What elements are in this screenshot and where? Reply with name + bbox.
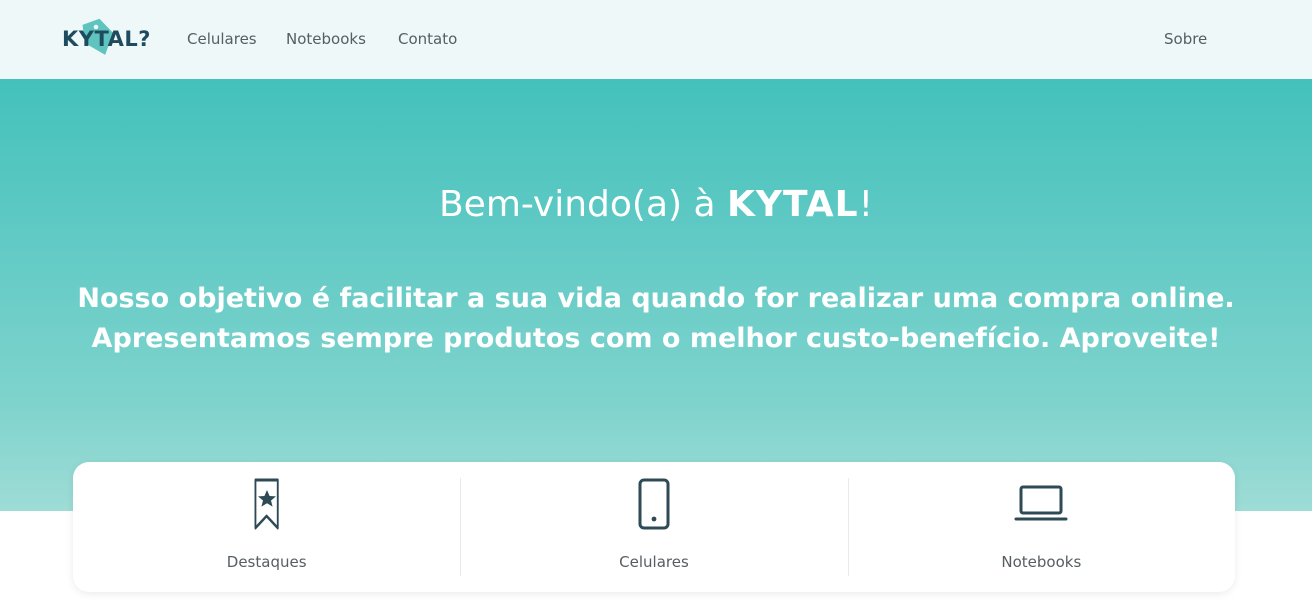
- hero-title-prefix: Bem-vindo(a) à: [438, 184, 728, 225]
- category-card-celulares[interactable]: Celulares: [460, 462, 847, 592]
- phone-icon: [638, 478, 670, 530]
- laptop-icon: [1014, 485, 1068, 521]
- hero-subtitle-line-1: Nosso objetivo é facilitar a sua vida qu…: [77, 283, 1235, 314]
- hero-title-brand: KYTAL: [727, 184, 859, 225]
- nav-link-celulares[interactable]: Celulares: [187, 29, 257, 49]
- nav-link-contato[interactable]: Contato: [398, 29, 457, 49]
- hero-banner: Bem-vindo(a) à KYTAL! Nosso objetivo é f…: [0, 79, 1312, 511]
- category-label-notebooks: Notebooks: [1001, 553, 1082, 571]
- hero-title: Bem-vindo(a) à KYTAL!: [0, 179, 1312, 231]
- top-navbar: KYTAL? Celulares Notebooks Contato Sobre: [0, 0, 1312, 79]
- category-label-destaques: Destaques: [226, 553, 307, 571]
- hero-subtitle: Nosso objetivo é facilitar a sua vida qu…: [60, 279, 1252, 359]
- hero-subtitle-line-2: Apresentamos sempre produtos com o melho…: [91, 323, 1221, 354]
- category-card-destaques[interactable]: Destaques: [73, 462, 460, 592]
- bookmark-star-icon: [254, 478, 279, 530]
- hero-title-suffix: !: [858, 184, 873, 225]
- nav-link-notebooks[interactable]: Notebooks: [286, 29, 366, 49]
- logo-text: KYTAL?: [62, 27, 151, 51]
- logo[interactable]: KYTAL?: [60, 18, 152, 62]
- nav-link-sobre[interactable]: Sobre: [1164, 29, 1207, 49]
- category-cards: Destaques Celulares Notebooks: [73, 462, 1235, 592]
- category-card-notebooks[interactable]: Notebooks: [847, 462, 1235, 592]
- category-label-celulares: Celulares: [619, 553, 689, 571]
